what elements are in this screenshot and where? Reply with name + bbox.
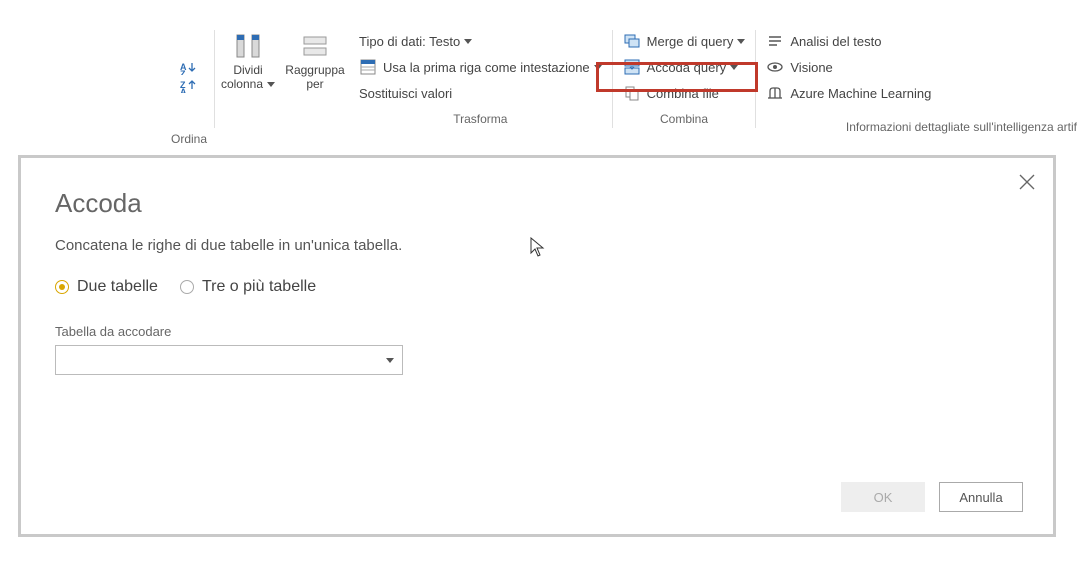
svg-text:A: A [180,87,187,93]
visione-label: Visione [790,60,832,75]
sort-desc-button[interactable]: ZA [180,77,198,95]
trasforma-group-label: Trasforma [453,112,507,126]
dialog-button-row: OK Annulla [841,482,1023,512]
ai-group-label: Informazioni dettagliate sull'intelligen… [846,120,1077,134]
split-column-icon [232,30,264,62]
vision-icon [766,58,784,76]
chevron-down-icon [267,82,275,87]
highlight-accoda-query [596,62,758,92]
mouse-cursor-icon [530,237,546,257]
analisi-testo-label: Analisi del testo [790,34,881,49]
cancel-button[interactable]: Annulla [939,482,1023,512]
chevron-down-icon [464,39,472,44]
tabella-da-accodare-combo[interactable] [55,345,403,375]
prima-riga-button[interactable]: Usa la prima riga come intestazione [355,54,606,80]
sostituisci-label: Sostituisci valori [359,86,452,101]
radio-three-tables[interactable]: Tre o più tabelle [180,278,316,296]
sort-asc-icon: AZ [180,59,198,77]
text-analytics-icon [766,32,784,50]
ok-label: OK [874,490,893,505]
merge-query-button[interactable]: Merge di query [619,28,750,54]
sostituisci-valori-button[interactable]: Sostituisci valori [355,80,606,106]
radio-three-label: Tre o più tabelle [202,278,316,296]
radio-group-tables: Due tabelle Tre o più tabelle [55,278,1019,296]
dialog-title: Accoda [55,188,1019,219]
merge-query-icon [623,32,641,50]
raggruppa-label-1: Raggruppa [285,64,344,78]
radio-two-tables[interactable]: Due tabelle [55,278,158,296]
raggruppa-per-button[interactable]: Raggruppa per [281,28,349,92]
tipo-dati-label: Tipo di dati: Testo [359,34,460,49]
azure-ml-icon [766,84,784,102]
dividi-label-2: colonna [221,77,263,91]
analisi-testo-button[interactable]: Analisi del testo [762,28,935,54]
accoda-dialog: Accoda Concatena le righe di due tabelle… [18,155,1056,537]
ribbon-group-trasforma: Tipo di dati: Testo Usa la prima riga co… [349,28,612,146]
dividi-colonna-button[interactable]: Dividi colonna [215,28,281,92]
close-button[interactable] [1017,172,1037,192]
prima-riga-label: Usa la prima riga come intestazione [383,60,590,75]
dividi-label-1: Dividi [233,63,262,77]
combina-group-label: Combina [660,112,708,126]
combo-label: Tabella da accodare [55,324,1019,339]
ordina-group-label: Ordina [171,132,207,146]
group-by-icon [299,30,331,62]
radio-unselected-icon [180,280,194,294]
merge-query-label: Merge di query [647,34,734,49]
sort-asc-button[interactable]: AZ [180,59,198,77]
chevron-down-icon [737,39,745,44]
sort-desc-icon: ZA [180,77,198,95]
chevron-down-icon [386,358,394,363]
ok-button[interactable]: OK [841,482,925,512]
azure-ml-button[interactable]: Azure Machine Learning [762,80,935,106]
azure-ml-label: Azure Machine Learning [790,86,931,101]
radio-selected-icon [55,280,69,294]
svg-text:Z: Z [180,69,186,75]
ribbon-group-ordina: AZ ZA Ordina [164,28,214,146]
cancel-label: Annulla [959,490,1002,505]
visione-button[interactable]: Visione [762,54,935,80]
tipo-dati-button[interactable]: Tipo di dati: Testo [355,28,606,54]
use-first-row-icon [359,58,377,76]
raggruppa-label-2: per [306,78,323,92]
radio-two-label: Due tabelle [77,278,158,296]
